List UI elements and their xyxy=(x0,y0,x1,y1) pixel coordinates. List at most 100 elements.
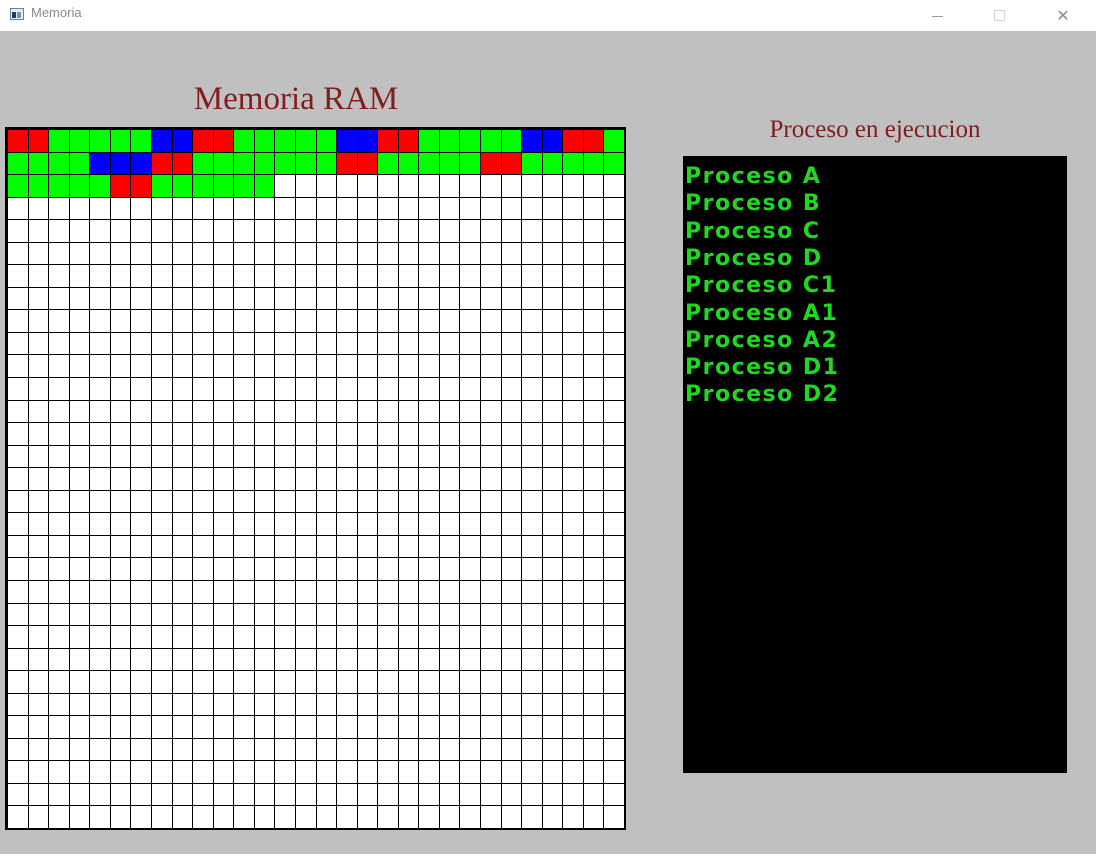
memory-cell xyxy=(172,715,193,739)
memory-cell xyxy=(336,557,358,581)
memory-cell xyxy=(336,625,358,649)
memory-cell xyxy=(233,580,255,604)
memory-cell xyxy=(172,805,193,828)
memory-cell xyxy=(274,670,296,694)
memory-cell xyxy=(28,309,49,333)
memory-cell xyxy=(192,693,214,716)
memory-cell xyxy=(89,332,111,355)
memory-cell xyxy=(603,738,624,761)
process-list-item: Proceso A2 xyxy=(685,327,839,353)
memory-cell xyxy=(357,422,378,446)
memory-cell xyxy=(151,152,173,175)
memory-cell xyxy=(295,783,317,806)
memory-cell xyxy=(316,783,337,806)
memory-cell xyxy=(69,467,90,491)
memory-cell xyxy=(542,129,563,153)
memory-cell xyxy=(295,219,317,243)
memory-cell xyxy=(316,445,337,468)
memory-cell xyxy=(89,242,111,265)
memory-cell xyxy=(172,422,193,446)
memory-cell xyxy=(377,219,399,243)
memory-cell xyxy=(501,648,522,671)
memory-cell xyxy=(357,693,378,716)
memory-cell xyxy=(254,738,275,761)
memory-cell xyxy=(336,467,358,491)
memory-cell xyxy=(316,152,337,175)
memory-cell xyxy=(110,603,131,626)
maximize-button[interactable] xyxy=(976,0,1022,31)
memory-cell xyxy=(542,512,563,536)
memory-cell xyxy=(480,648,502,671)
memory-cell xyxy=(583,152,604,175)
memory-cell xyxy=(254,129,275,153)
memory-cell xyxy=(439,400,460,423)
memory-cell xyxy=(398,377,419,401)
memory-cell xyxy=(336,219,358,243)
memory-cell xyxy=(172,467,193,491)
memory-cell xyxy=(89,603,111,626)
memory-cell xyxy=(542,377,563,401)
memory-cell xyxy=(7,715,29,739)
memory-cell xyxy=(192,535,214,558)
memory-cell xyxy=(110,715,131,739)
memory-cell xyxy=(357,264,378,288)
memory-cell xyxy=(172,670,193,694)
memory-cell xyxy=(521,603,543,626)
memory-cell xyxy=(459,625,481,649)
memory-cell xyxy=(377,783,399,806)
memory-cell xyxy=(130,264,152,288)
process-panel: Proceso A Proceso B Proceso C Proceso D Proc… xyxy=(683,156,1067,773)
memory-cell xyxy=(357,490,378,513)
memory-cell xyxy=(480,738,502,761)
memory-cell xyxy=(357,242,378,265)
memory-cell xyxy=(480,332,502,355)
memory-cell xyxy=(48,490,70,513)
memory-cell xyxy=(192,625,214,649)
memory-cell xyxy=(48,693,70,716)
memory-cell xyxy=(130,197,152,220)
ram-grid xyxy=(5,127,626,830)
memory-cell xyxy=(439,219,460,243)
memory-cell xyxy=(439,174,460,198)
memory-cell xyxy=(583,783,604,806)
memory-cell xyxy=(130,422,152,446)
memory-cell xyxy=(521,467,543,491)
memory-cell xyxy=(336,309,358,333)
memory-cell xyxy=(501,670,522,694)
memory-cell xyxy=(89,648,111,671)
memory-cell xyxy=(192,760,214,784)
memory-cell xyxy=(69,400,90,423)
memory-cell xyxy=(439,354,460,378)
minimize-button[interactable] xyxy=(914,0,960,31)
memory-cell xyxy=(69,445,90,468)
memory-cell xyxy=(336,422,358,446)
memory-cell xyxy=(151,264,173,288)
memory-cell xyxy=(521,715,543,739)
memory-cell xyxy=(295,174,317,198)
memory-cell xyxy=(316,309,337,333)
memory-cell xyxy=(459,512,481,536)
memory-cell xyxy=(480,219,502,243)
memory-cell xyxy=(69,129,90,153)
memory-cell xyxy=(603,152,624,175)
memory-cell xyxy=(480,783,502,806)
memory-cell xyxy=(357,197,378,220)
memory-cell xyxy=(213,152,234,175)
memory-cell xyxy=(192,287,214,310)
memory-cell xyxy=(172,197,193,220)
memory-cell xyxy=(28,805,49,828)
memory-cell xyxy=(603,648,624,671)
close-button[interactable]: ✕ xyxy=(1040,0,1086,31)
process-list-item: Proceso C xyxy=(685,218,821,244)
memory-cell xyxy=(542,197,563,220)
memory-cell xyxy=(28,197,49,220)
memory-cell xyxy=(89,535,111,558)
memory-cell xyxy=(151,242,173,265)
memory-cell xyxy=(130,490,152,513)
memory-cell xyxy=(501,625,522,649)
memory-cell xyxy=(357,332,378,355)
memory-cell xyxy=(233,557,255,581)
memory-cell xyxy=(48,535,70,558)
memory-cell xyxy=(48,580,70,604)
memory-cell xyxy=(89,400,111,423)
